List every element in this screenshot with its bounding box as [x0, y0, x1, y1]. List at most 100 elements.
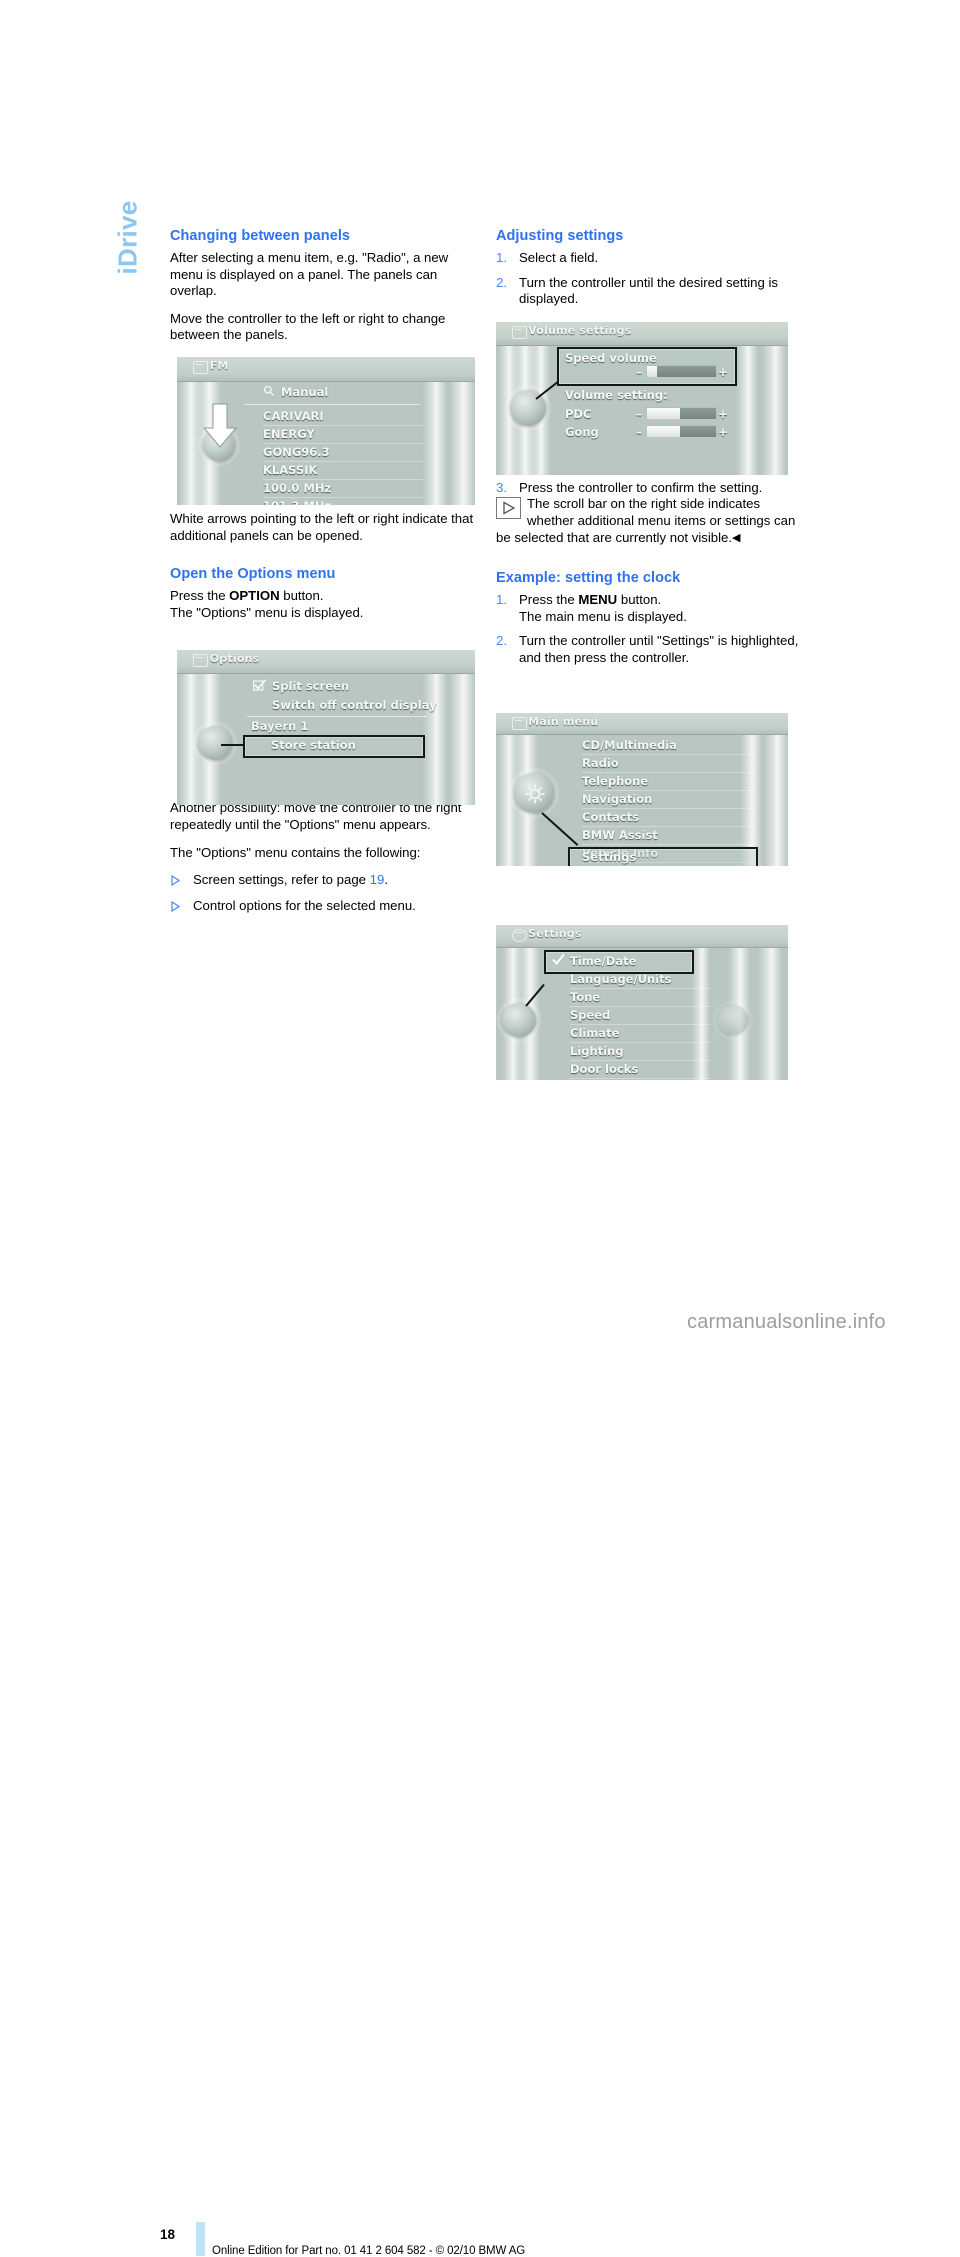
- speed-volume-minus[interactable]: –: [636, 366, 642, 378]
- speed-volume-slider[interactable]: [646, 365, 717, 378]
- list-item: Screen settings, refer to page 19.: [170, 872, 477, 889]
- menu-icon: [512, 716, 528, 730]
- screen-title: Settings: [528, 927, 582, 941]
- pdc-label: PDC: [565, 407, 592, 421]
- gear-icon: [524, 783, 546, 808]
- screen-title: FM: [209, 359, 229, 373]
- options-group-label: Bayern 1: [251, 719, 309, 733]
- list-item[interactable]: CARIVARI: [263, 408, 423, 426]
- gong-plus[interactable]: +: [718, 426, 728, 438]
- list-item[interactable]: Climate: [570, 1025, 710, 1043]
- list-item[interactable]: Navigation: [582, 791, 754, 809]
- pdc-slider[interactable]: [646, 407, 717, 420]
- gong-slider[interactable]: [646, 425, 717, 438]
- speed-volume-label: Speed volume: [565, 351, 657, 365]
- heading-changing-between-panels: Changing between panels: [170, 228, 351, 244]
- gear-icon: [512, 928, 528, 942]
- settings-list: Language/Units Tone Speed Climate Lighti…: [570, 971, 710, 1079]
- screenshot-settings-menu: Settings Time/Date Language/Units Tone S…: [496, 925, 788, 1080]
- heading-example-setting-clock: Example: setting the clock: [496, 570, 681, 587]
- callout-line: [221, 744, 245, 746]
- scroll-bar-note: The scroll bar on the right side indicat…: [496, 496, 803, 546]
- list-item[interactable]: KLASSIK: [263, 462, 423, 480]
- chapter-tab-label: iDrive: [112, 200, 143, 275]
- option-keyword: OPTION: [229, 588, 280, 604]
- main-menu-list: CD/Multimedia Radio Telephone Navigation…: [582, 737, 754, 863]
- paragraph-options-displayed: The "Options" menu is displayed.: [170, 604, 364, 620]
- step-text: Select a field.: [519, 250, 599, 265]
- settings-item-time-date[interactable]: Time/Date: [570, 954, 636, 968]
- options-bullet-list: Screen settings, refer to page 19. Contr…: [170, 872, 477, 914]
- step-number: 2.: [496, 633, 507, 649]
- fm-manual-item[interactable]: Manual: [281, 385, 328, 399]
- paragraph-options-contains: The "Options" menu contains the followin…: [170, 844, 421, 860]
- paragraph-panels-intro: After selecting a menu item, e.g. "Radio…: [170, 250, 449, 299]
- options-icon: [193, 653, 209, 667]
- main-menu-item-settings[interactable]: Settings: [582, 850, 636, 864]
- heading-open-options-menu: Open the Options menu: [170, 566, 336, 583]
- step-item: 1. Select a field.: [496, 250, 803, 267]
- speed-volume-plus[interactable]: +: [718, 366, 728, 378]
- list-item[interactable]: ENERGY: [263, 426, 423, 444]
- slider-fill: [647, 366, 657, 377]
- paragraph-another-possibility: Another possibility: move the controller…: [170, 800, 462, 832]
- bullet-text-pre: Control options for the selected menu.: [193, 897, 416, 913]
- list-item[interactable]: GONG96.3: [263, 444, 423, 462]
- bullet-text-pre: Screen settings, refer to page: [193, 872, 370, 888]
- pdc-minus[interactable]: –: [636, 408, 642, 420]
- list-item[interactable]: Radio: [582, 755, 754, 773]
- page-number: 18: [160, 2227, 176, 2242]
- options-item-switch-off-display[interactable]: Switch off control display: [272, 698, 437, 712]
- list-item[interactable]: Lighting: [570, 1043, 710, 1061]
- white-down-arrow: [201, 402, 239, 454]
- list-item[interactable]: Tone: [570, 989, 710, 1007]
- checkmark-icon: [552, 953, 565, 969]
- checkmark-box-icon: [253, 679, 267, 695]
- step-text-post: button.: [617, 592, 662, 608]
- list-item[interactable]: CD/Multimedia: [582, 737, 754, 755]
- footer-edition-text: Online Edition for Part no. 01 41 2 604 …: [212, 2245, 526, 2257]
- paragraph-move-controller: Move the controller to the left or right…: [170, 310, 446, 343]
- fm-station-list: CARIVARI ENERGY GONG96.3 KLASSIK 100.0 M…: [263, 408, 423, 505]
- chapter-tab: iDrive: [108, 200, 148, 352]
- pdc-plus[interactable]: +: [718, 408, 728, 420]
- footer-accent-bar: [196, 2222, 205, 2256]
- screen-title: Volume settings: [528, 324, 632, 338]
- step-text: Turn the controller until the desired se…: [519, 274, 778, 307]
- list-item[interactable]: Telephone: [582, 773, 754, 791]
- step-text: Turn the controller until "Settings" is …: [519, 633, 799, 665]
- step-number: 1.: [496, 592, 507, 608]
- list-item[interactable]: 100.0 MHz: [263, 480, 423, 498]
- step-text: Press the controller to confirm the sett…: [519, 479, 763, 495]
- menu-keyword: MENU: [578, 592, 618, 608]
- screen-title: Main menu: [528, 715, 599, 729]
- note-text: The scroll bar on the right side indicat…: [496, 496, 796, 545]
- note-end-mark: ◀: [732, 531, 741, 544]
- screen-title: Options: [209, 652, 260, 666]
- list-item[interactable]: BMW Assist: [582, 827, 754, 845]
- step-text-pre: Press the: [519, 592, 579, 608]
- paragraph-press-option: Press the OPTION button.: [170, 588, 477, 605]
- list-item[interactable]: Language/Units: [570, 971, 710, 989]
- options-item-store-station[interactable]: Store station: [271, 738, 356, 752]
- gong-minus[interactable]: –: [636, 426, 642, 438]
- page-reference-link[interactable]: 19: [370, 872, 385, 887]
- triangle-bullet-icon: [171, 900, 181, 912]
- clock-example-steps: 1. Press the MENU button. The main menu …: [496, 592, 803, 666]
- caption-white-arrows: White arrows pointing to the left or rig…: [170, 510, 474, 543]
- site-watermark: carmanualsonline.info: [687, 1311, 886, 1333]
- step-number: 2.: [496, 274, 507, 290]
- list-item[interactable]: Speed: [570, 1007, 710, 1025]
- controller-knob[interactable]: [198, 726, 232, 760]
- controller-knob[interactable]: [502, 1003, 536, 1037]
- radio-icon: [193, 360, 209, 374]
- adjusting-settings-steps: 1. Select a field. 2. Turn the controlle…: [496, 250, 803, 308]
- list-item[interactable]: 101.3 MHz: [263, 498, 423, 505]
- step-number: 3.: [496, 479, 507, 495]
- options-item-split-screen[interactable]: Split screen: [272, 679, 349, 693]
- list-item[interactable]: Contacts: [582, 809, 754, 827]
- gong-label: Gong: [565, 425, 599, 439]
- secondary-knob[interactable]: [718, 1005, 748, 1035]
- step-item: 1. Press the MENU button. The main menu …: [496, 592, 803, 625]
- list-item[interactable]: Door locks: [570, 1061, 710, 1079]
